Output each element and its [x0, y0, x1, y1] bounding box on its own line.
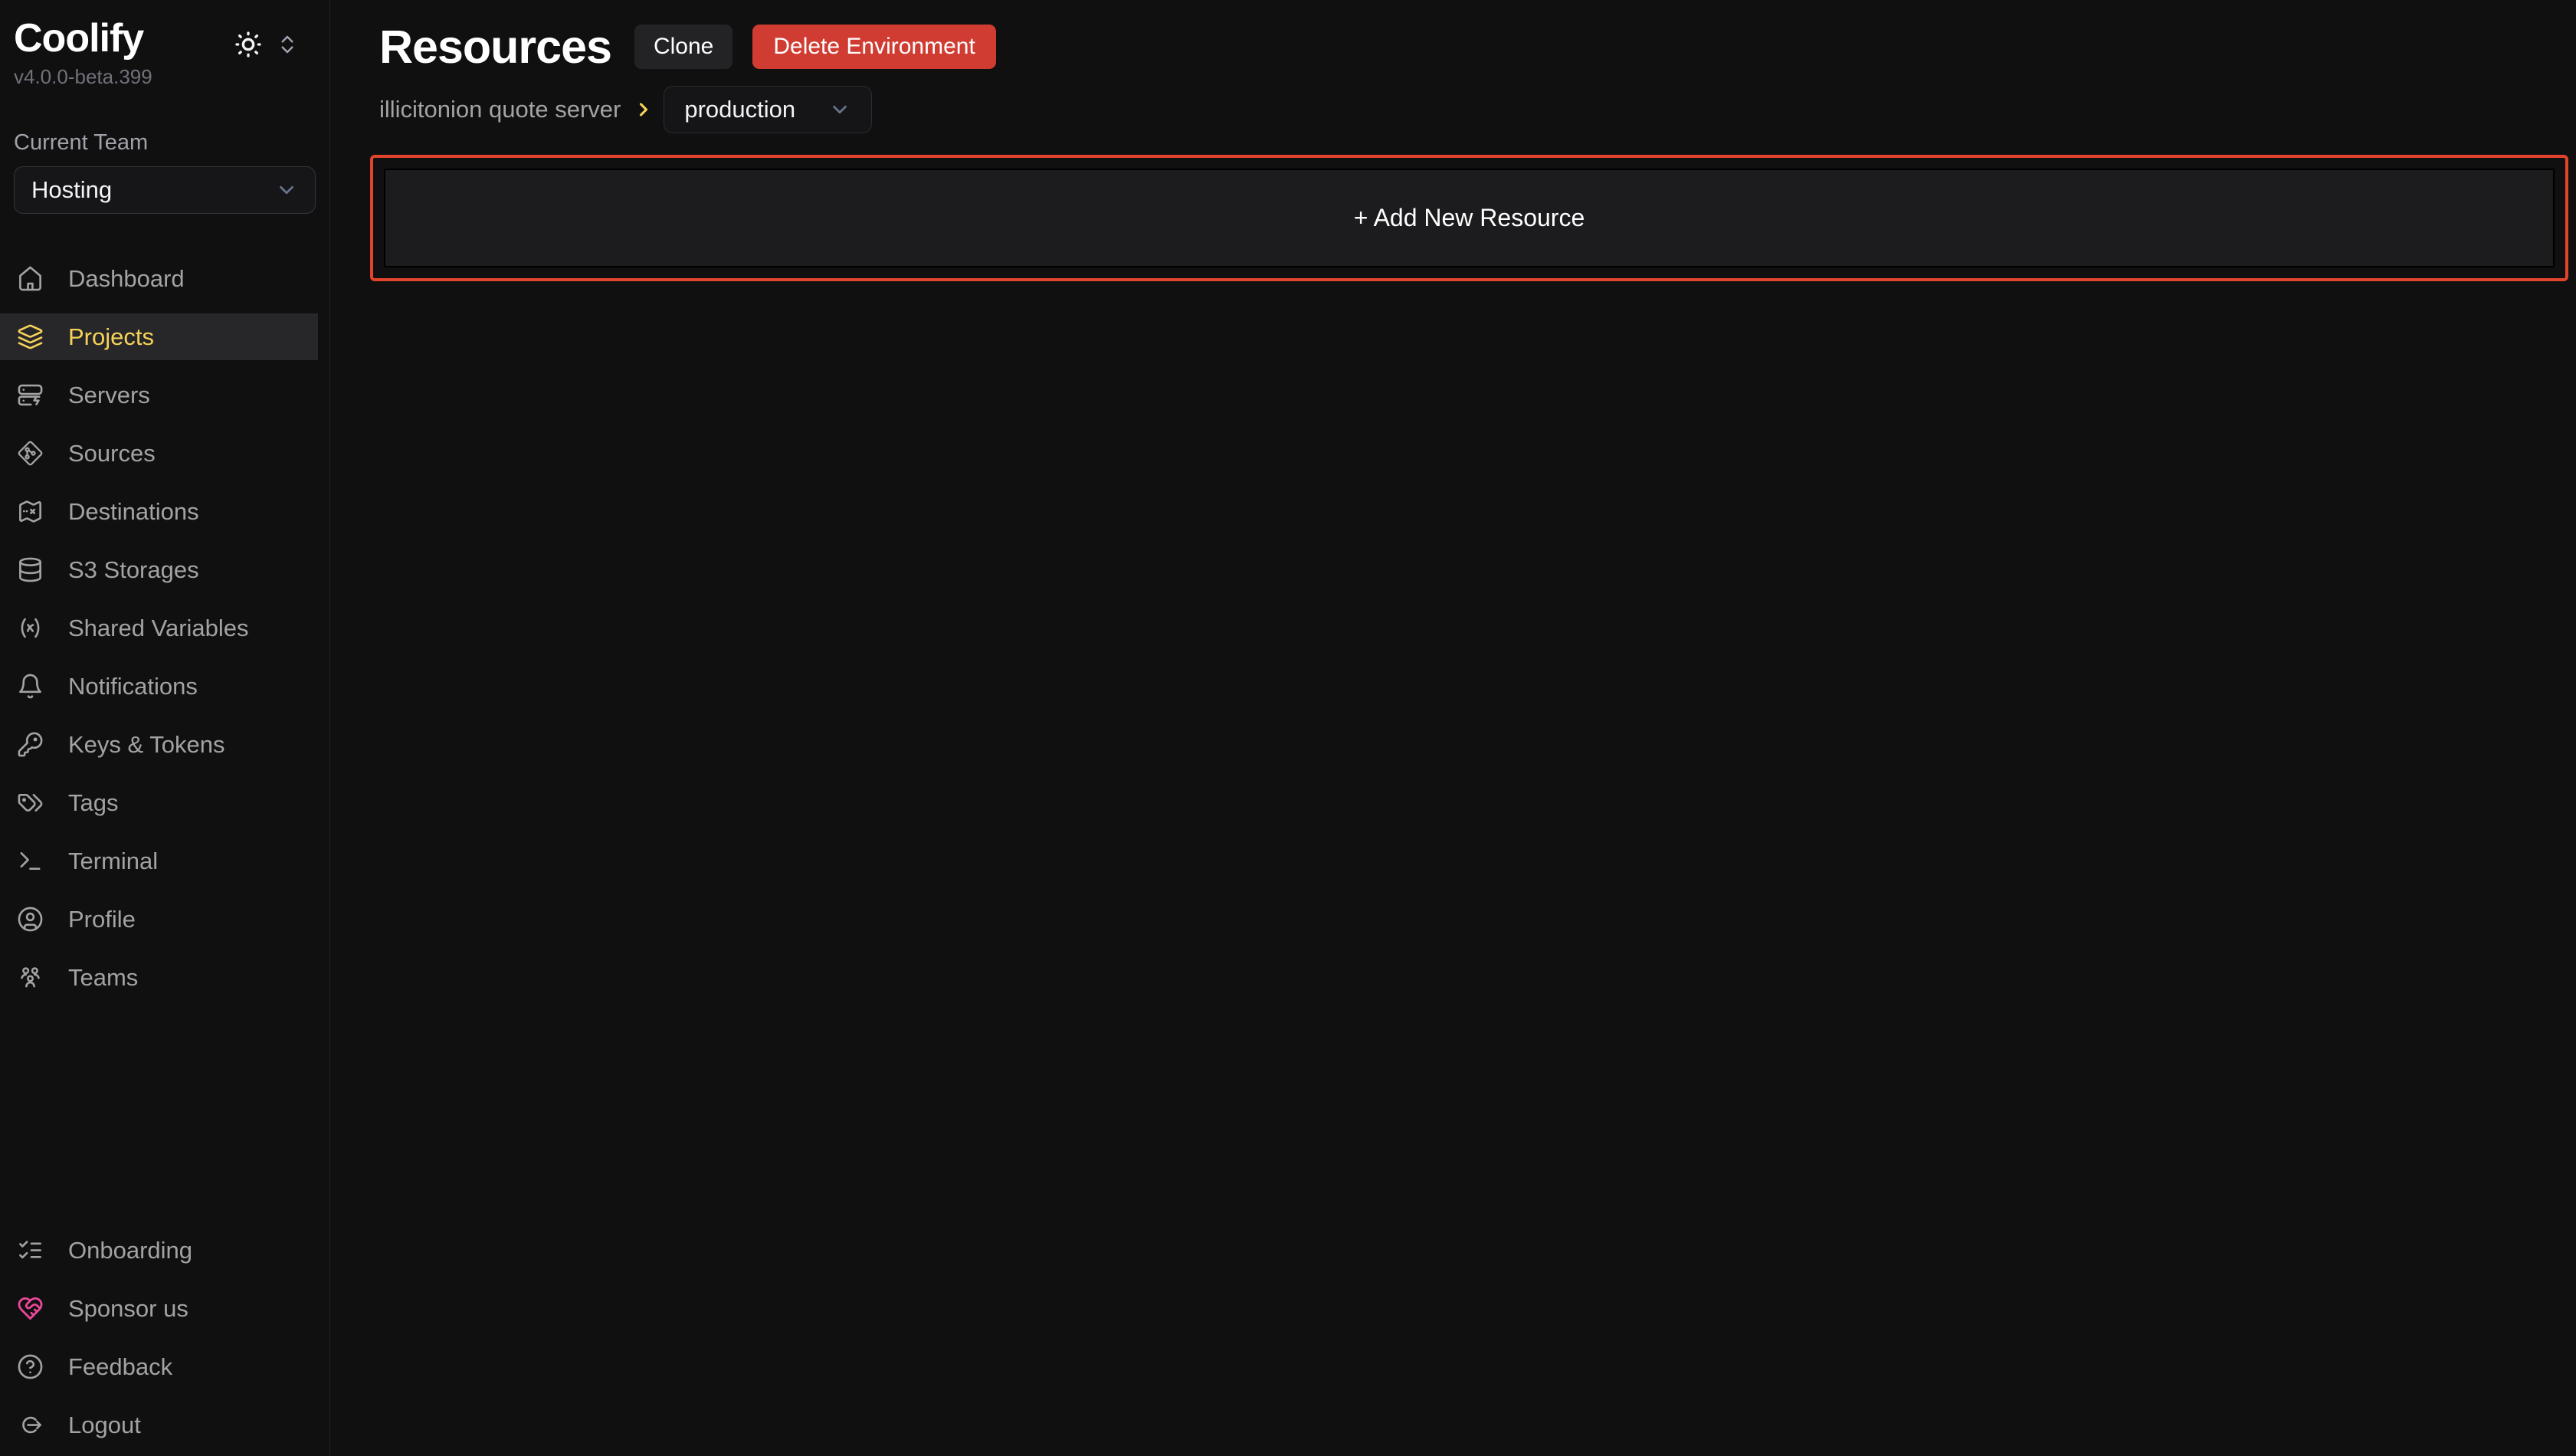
home-icon — [17, 265, 44, 292]
help-circle-icon — [17, 1353, 44, 1380]
sidebar-item-profile[interactable]: Profile — [0, 896, 318, 943]
bell-icon — [17, 673, 44, 700]
sidebar-item-label: Keys & Tokens — [68, 731, 224, 759]
sidebar-item-teams[interactable]: Teams — [0, 954, 318, 1001]
breadcrumb: illicitonion quote server production — [379, 86, 2568, 133]
sidebar-item-label: Feedback — [68, 1353, 172, 1381]
sidebar-item-label: Tags — [68, 789, 118, 817]
sidebar-item-servers[interactable]: Servers — [0, 372, 318, 418]
logo-row: Coolify — [0, 0, 329, 61]
main-content: Resources Clone Delete Environment illic… — [331, 0, 2576, 281]
chevron-down-icon — [828, 98, 851, 121]
sidebar-item-label: Sponsor us — [68, 1295, 188, 1323]
sidebar-item-keys-tokens[interactable]: Keys & Tokens — [0, 721, 318, 768]
terminal-icon — [17, 848, 44, 874]
sidebar-item-dashboard[interactable]: Dashboard — [0, 255, 318, 302]
server-icon — [17, 382, 44, 408]
page-title: Resources — [379, 20, 611, 74]
heart-handshake-icon — [17, 1295, 44, 1322]
environment-select[interactable]: production — [664, 86, 872, 133]
sidebar-item-label: Teams — [68, 964, 138, 992]
database-icon — [17, 556, 44, 583]
sidebar-spacer — [0, 1001, 329, 1227]
theme-sun-icon[interactable] — [233, 29, 264, 60]
add-new-resource-button[interactable]: + Add New Resource — [384, 169, 2555, 267]
map-icon — [17, 498, 44, 525]
sidebar-item-label: Logout — [68, 1412, 141, 1439]
chevron-right-icon — [633, 99, 654, 120]
delete-environment-button[interactable]: Delete Environment — [752, 25, 995, 69]
sidebar-item-s3-storages[interactable]: S3 Storages — [0, 546, 318, 593]
app-logo: Coolify — [14, 17, 143, 61]
user-circle-icon — [17, 906, 44, 933]
current-team-label: Current Team — [0, 130, 329, 156]
sidebar-item-label: Destinations — [68, 498, 199, 526]
app-version: v4.0.0-beta.399 — [0, 65, 329, 89]
sidebar-item-logout[interactable]: Logout — [0, 1402, 318, 1448]
sidebar-item-label: Servers — [68, 382, 150, 409]
sidebar-item-label: Shared Variables — [68, 615, 249, 642]
log-out-icon — [17, 1412, 44, 1438]
sidebar-item-feedback[interactable]: Feedback — [0, 1343, 318, 1390]
top-icons — [233, 29, 299, 60]
sidebar: Coolify v4.0.0-beta.399 Current Team Hos… — [0, 0, 330, 1456]
sidebar-item-label: Onboarding — [68, 1237, 192, 1264]
sidebar-footer: Onboarding Sponsor us Feedback Logout — [0, 1227, 329, 1448]
sidebar-item-label: Sources — [68, 440, 156, 467]
sidebar-item-label: Notifications — [68, 673, 198, 700]
key-icon — [17, 731, 44, 758]
chevrons-up-down-icon[interactable] — [276, 33, 299, 56]
clone-button[interactable]: Clone — [634, 25, 732, 69]
add-new-resource-label: + Add New Resource — [1354, 204, 1585, 232]
sidebar-item-notifications[interactable]: Notifications — [0, 663, 318, 710]
environment-select-value: production — [684, 96, 795, 123]
users-icon — [17, 964, 44, 991]
sidebar-item-label: Projects — [68, 323, 154, 351]
list-checks-icon — [17, 1237, 44, 1264]
sidebar-nav: Dashboard Projects Servers Sources Desti — [0, 255, 329, 1001]
git-source-icon — [17, 440, 44, 467]
sidebar-item-label: Terminal — [68, 848, 158, 875]
team-select[interactable]: Hosting — [14, 166, 316, 214]
add-resource-highlight-box: + Add New Resource — [370, 155, 2568, 281]
page-header: Resources Clone Delete Environment — [379, 20, 2568, 74]
chevron-down-icon — [275, 179, 298, 202]
tags-icon — [17, 789, 44, 816]
breadcrumb-project-link[interactable]: illicitonion quote server — [379, 96, 621, 123]
sidebar-item-sponsor-us[interactable]: Sponsor us — [0, 1285, 318, 1332]
sidebar-item-onboarding[interactable]: Onboarding — [0, 1227, 318, 1274]
variables-icon — [17, 615, 44, 641]
sidebar-item-shared-variables[interactable]: Shared Variables — [0, 605, 318, 651]
sidebar-item-destinations[interactable]: Destinations — [0, 488, 318, 535]
team-select-value: Hosting — [31, 176, 112, 204]
layers-icon — [17, 323, 44, 350]
sidebar-item-terminal[interactable]: Terminal — [0, 838, 318, 884]
sidebar-item-tags[interactable]: Tags — [0, 779, 318, 826]
sidebar-item-label: S3 Storages — [68, 556, 199, 584]
sidebar-item-sources[interactable]: Sources — [0, 430, 318, 477]
sidebar-item-projects[interactable]: Projects — [0, 313, 318, 360]
sidebar-item-label: Profile — [68, 906, 136, 933]
sidebar-item-label: Dashboard — [68, 265, 185, 293]
